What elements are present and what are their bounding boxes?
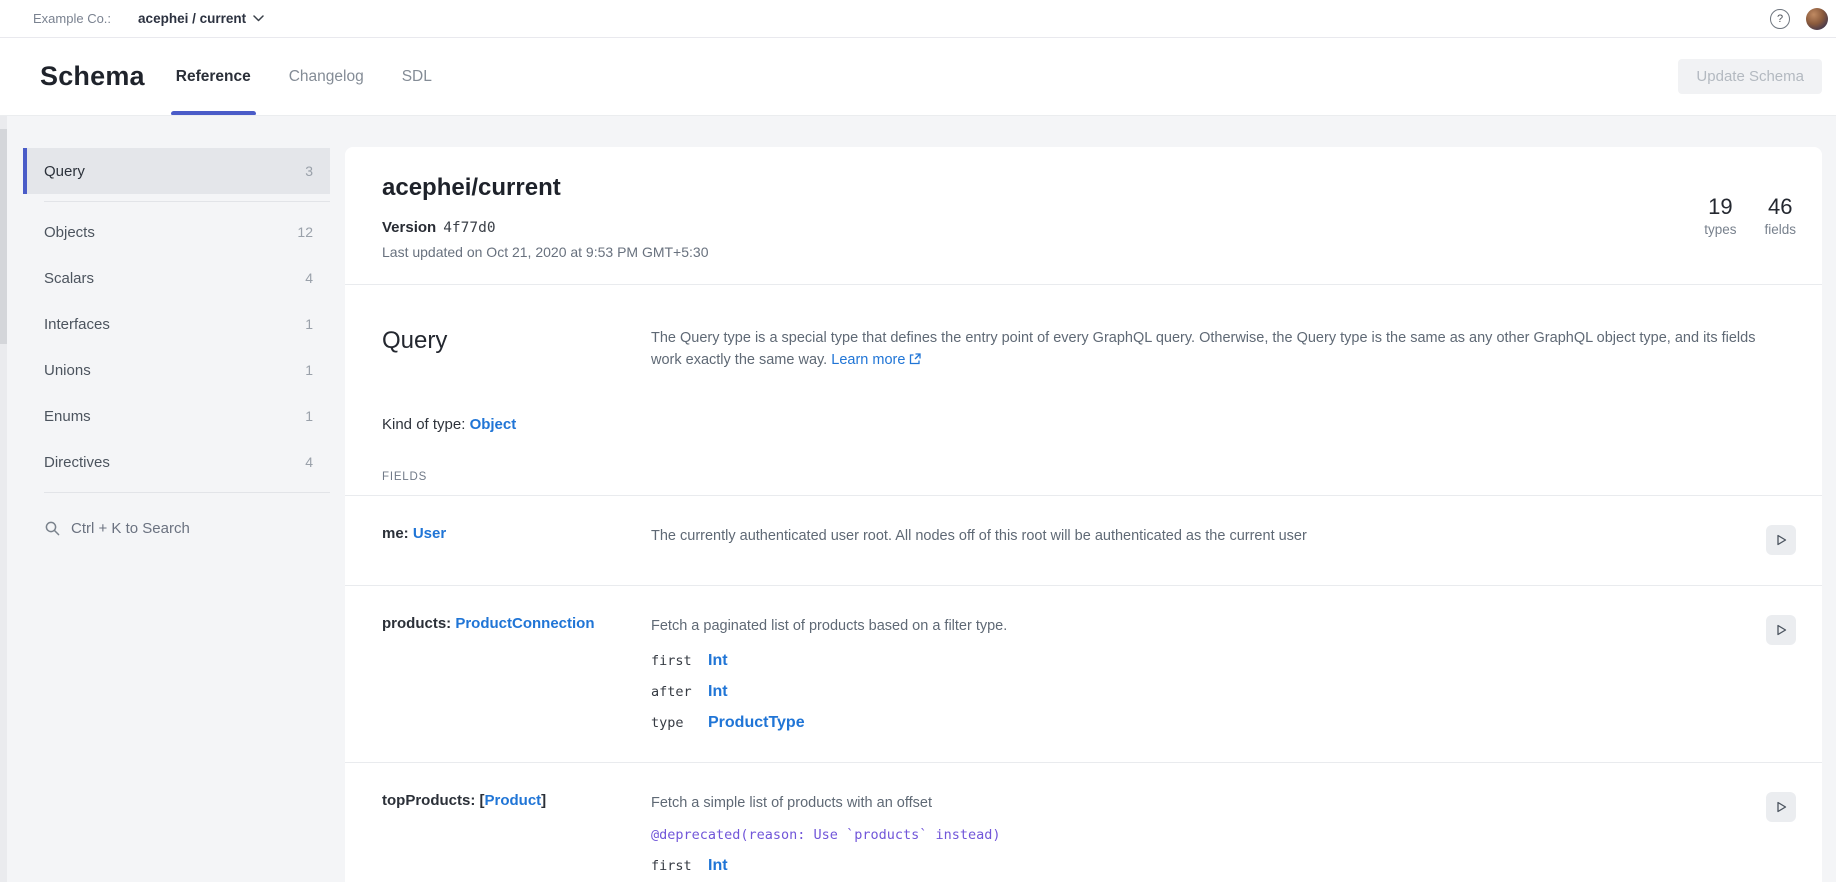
tab-sdl[interactable]: SDL bbox=[402, 38, 432, 115]
arg-name: first bbox=[651, 653, 708, 669]
arg-type-link[interactable]: ProductType bbox=[708, 714, 805, 732]
arg-name: type bbox=[651, 715, 708, 731]
field-description: Fetch a paginated list of products based… bbox=[651, 616, 1754, 638]
kind-of-type: Kind of type: Object bbox=[345, 372, 1822, 433]
external-link-icon bbox=[909, 353, 921, 365]
count-badge: 12 bbox=[297, 224, 313, 240]
arg-type-link[interactable]: Int bbox=[708, 652, 728, 670]
sidebar-divider bbox=[44, 492, 330, 493]
schema-stats: 19 types 46 fields bbox=[1704, 194, 1796, 260]
sidebar-item-interfaces[interactable]: Interfaces 1 bbox=[23, 301, 330, 347]
content-area: Query 3 Objects 12 Scalars 4 Interfaces … bbox=[0, 116, 1836, 882]
arg-name: after bbox=[651, 684, 708, 700]
tab-reference[interactable]: Reference bbox=[176, 38, 251, 115]
kind-object-link[interactable]: Object bbox=[470, 416, 517, 433]
page-header: Schema Reference Changelog SDL Update Sc… bbox=[0, 38, 1836, 116]
count-badge: 4 bbox=[305, 454, 313, 470]
sidebar-item-enums[interactable]: Enums 1 bbox=[23, 393, 330, 439]
sidebar-divider bbox=[44, 201, 330, 202]
stat-types: 19 types bbox=[1704, 194, 1736, 260]
run-in-explorer-button[interactable] bbox=[1766, 525, 1796, 555]
field-name-suffix: ] bbox=[541, 792, 546, 809]
field-args: firstInt bbox=[651, 857, 1754, 875]
schema-nav-sidebar: Query 3 Objects 12 Scalars 4 Interfaces … bbox=[0, 116, 338, 882]
arg-row: typeProductType bbox=[651, 714, 1754, 732]
graph-summary: acephei/current Version 4f77d0 Last updat… bbox=[345, 147, 1822, 285]
field-type-link-user[interactable]: User bbox=[413, 525, 446, 542]
count-badge: 3 bbox=[305, 163, 313, 179]
field-description: The currently authenticated user root. A… bbox=[651, 526, 1754, 548]
arg-row: firstInt bbox=[651, 857, 1754, 875]
count-badge: 1 bbox=[305, 408, 313, 424]
run-in-explorer-button[interactable] bbox=[1766, 615, 1796, 645]
field-row-topproducts: topProducts: [Product] Fetch a simple li… bbox=[345, 763, 1822, 882]
sidebar-item-directives[interactable]: Directives 4 bbox=[23, 439, 330, 485]
count-badge: 1 bbox=[305, 316, 313, 332]
arg-name: first bbox=[651, 858, 708, 874]
page-title: Schema bbox=[40, 61, 145, 92]
arg-type-link[interactable]: Int bbox=[708, 857, 728, 875]
top-bar: Example Co.: acephei / current ? bbox=[0, 0, 1836, 38]
field-row-products: products: ProductConnection Fetch a pagi… bbox=[345, 586, 1822, 763]
stat-fields: 46 fields bbox=[1764, 194, 1796, 260]
count-badge: 4 bbox=[305, 270, 313, 286]
play-icon bbox=[1774, 623, 1788, 637]
update-schema-button[interactable]: Update Schema bbox=[1678, 59, 1822, 94]
org-label: Example Co.: bbox=[33, 11, 111, 26]
sidebar-item-unions[interactable]: Unions 1 bbox=[23, 347, 330, 393]
arg-type-link[interactable]: Int bbox=[708, 683, 728, 701]
play-icon bbox=[1774, 800, 1788, 814]
field-type-link-product[interactable]: Product bbox=[485, 792, 542, 809]
run-in-explorer-button[interactable] bbox=[1766, 792, 1796, 822]
arg-row: firstInt bbox=[651, 652, 1754, 670]
sidebar-item-scalars[interactable]: Scalars 4 bbox=[23, 255, 330, 301]
last-updated: Last updated on Oct 21, 2020 at 9:53 PM … bbox=[382, 244, 708, 260]
fields-section-header: FIELDS bbox=[345, 471, 1822, 496]
tab-bar: Reference Changelog SDL bbox=[176, 38, 432, 115]
search-trigger[interactable]: Ctrl + K to Search bbox=[23, 520, 330, 537]
tab-changelog[interactable]: Changelog bbox=[289, 38, 364, 115]
deprecated-annotation: @deprecated(reason: Use `products` inste… bbox=[651, 827, 1754, 843]
arg-row: afterInt bbox=[651, 683, 1754, 701]
learn-more-link[interactable]: Learn more bbox=[831, 352, 905, 368]
left-scrollbar bbox=[0, 116, 7, 882]
sidebar-item-query[interactable]: Query 3 bbox=[23, 148, 330, 194]
version-label: Version bbox=[382, 219, 436, 236]
field-row-me: me: User The currently authenticated use… bbox=[345, 496, 1822, 586]
help-icon[interactable]: ? bbox=[1770, 9, 1790, 29]
left-scrollbar-thumb[interactable] bbox=[0, 129, 7, 344]
sidebar-item-objects[interactable]: Objects 12 bbox=[23, 209, 330, 255]
graph-selector[interactable]: acephei / current bbox=[138, 11, 264, 26]
version-value: 4f77d0 bbox=[443, 220, 495, 236]
field-name: topProducts: [ bbox=[382, 792, 485, 809]
graph-selector-label: acephei / current bbox=[138, 11, 246, 26]
count-badge: 1 bbox=[305, 362, 313, 378]
chevron-down-icon bbox=[253, 15, 264, 22]
field-type-link-productconnection[interactable]: ProductConnection bbox=[455, 615, 594, 632]
search-hint-label: Ctrl + K to Search bbox=[71, 520, 190, 537]
graph-title: acephei/current bbox=[382, 174, 708, 202]
field-args: firstInt afterInt typeProductType bbox=[651, 652, 1754, 732]
play-icon bbox=[1774, 533, 1788, 547]
schema-reference-card: acephei/current Version 4f77d0 Last updat… bbox=[345, 147, 1822, 882]
field-name: products: bbox=[382, 615, 455, 632]
type-intro: Query The Query type is a special type t… bbox=[345, 285, 1822, 372]
avatar[interactable] bbox=[1806, 8, 1828, 30]
field-description: Fetch a simple list of products with an … bbox=[651, 793, 1754, 815]
topbar-right: ? bbox=[1770, 8, 1822, 30]
app-window: Example Co.: acephei / current ? Schema … bbox=[0, 0, 1836, 882]
search-icon bbox=[44, 520, 61, 537]
type-name: Query bbox=[382, 327, 651, 372]
field-name: me: bbox=[382, 525, 413, 542]
type-description: The Query type is a special type that de… bbox=[651, 327, 1756, 372]
